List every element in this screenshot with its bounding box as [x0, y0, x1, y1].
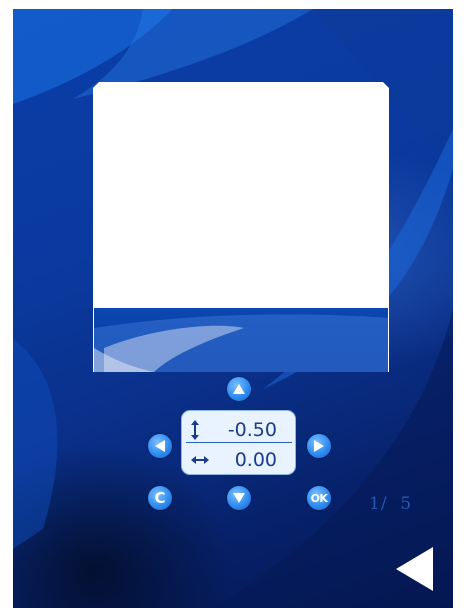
page-counter: 1/ 5	[369, 494, 413, 514]
preview-lower-area	[93, 308, 389, 372]
clear-button[interactable]: C	[148, 486, 172, 510]
preview-swoosh	[94, 314, 388, 372]
preview-image-area	[93, 82, 389, 308]
clear-label: C	[154, 488, 166, 507]
image-preview[interactable]	[93, 82, 389, 372]
arrow-right-icon	[314, 440, 324, 452]
arrow-up-icon	[233, 384, 245, 394]
move-down-button[interactable]	[227, 486, 251, 510]
horizontal-offset-value[interactable]: 0.00	[235, 449, 277, 471]
vertical-offset-value[interactable]: -0.50	[228, 419, 277, 441]
move-left-button[interactable]	[148, 434, 172, 458]
move-right-button[interactable]	[307, 434, 331, 458]
ok-button[interactable]: OK	[307, 486, 331, 510]
horizontal-offset-row: 0.00	[182, 445, 297, 475]
move-up-button[interactable]	[227, 377, 251, 401]
ok-label: OK	[310, 491, 328, 505]
back-button[interactable]	[393, 545, 437, 593]
value-divider	[186, 442, 292, 443]
offset-value-box: -0.50 0.00	[181, 410, 296, 475]
vertical-arrows-icon	[191, 420, 199, 440]
arrow-left-icon	[155, 440, 165, 452]
screen: C OK -0.50 0.00 1/ 5	[13, 9, 453, 608]
back-triangle-icon	[396, 547, 433, 591]
arrow-down-icon	[233, 493, 245, 503]
vertical-offset-row: -0.50	[182, 415, 297, 445]
horizontal-arrows-icon	[191, 456, 209, 464]
